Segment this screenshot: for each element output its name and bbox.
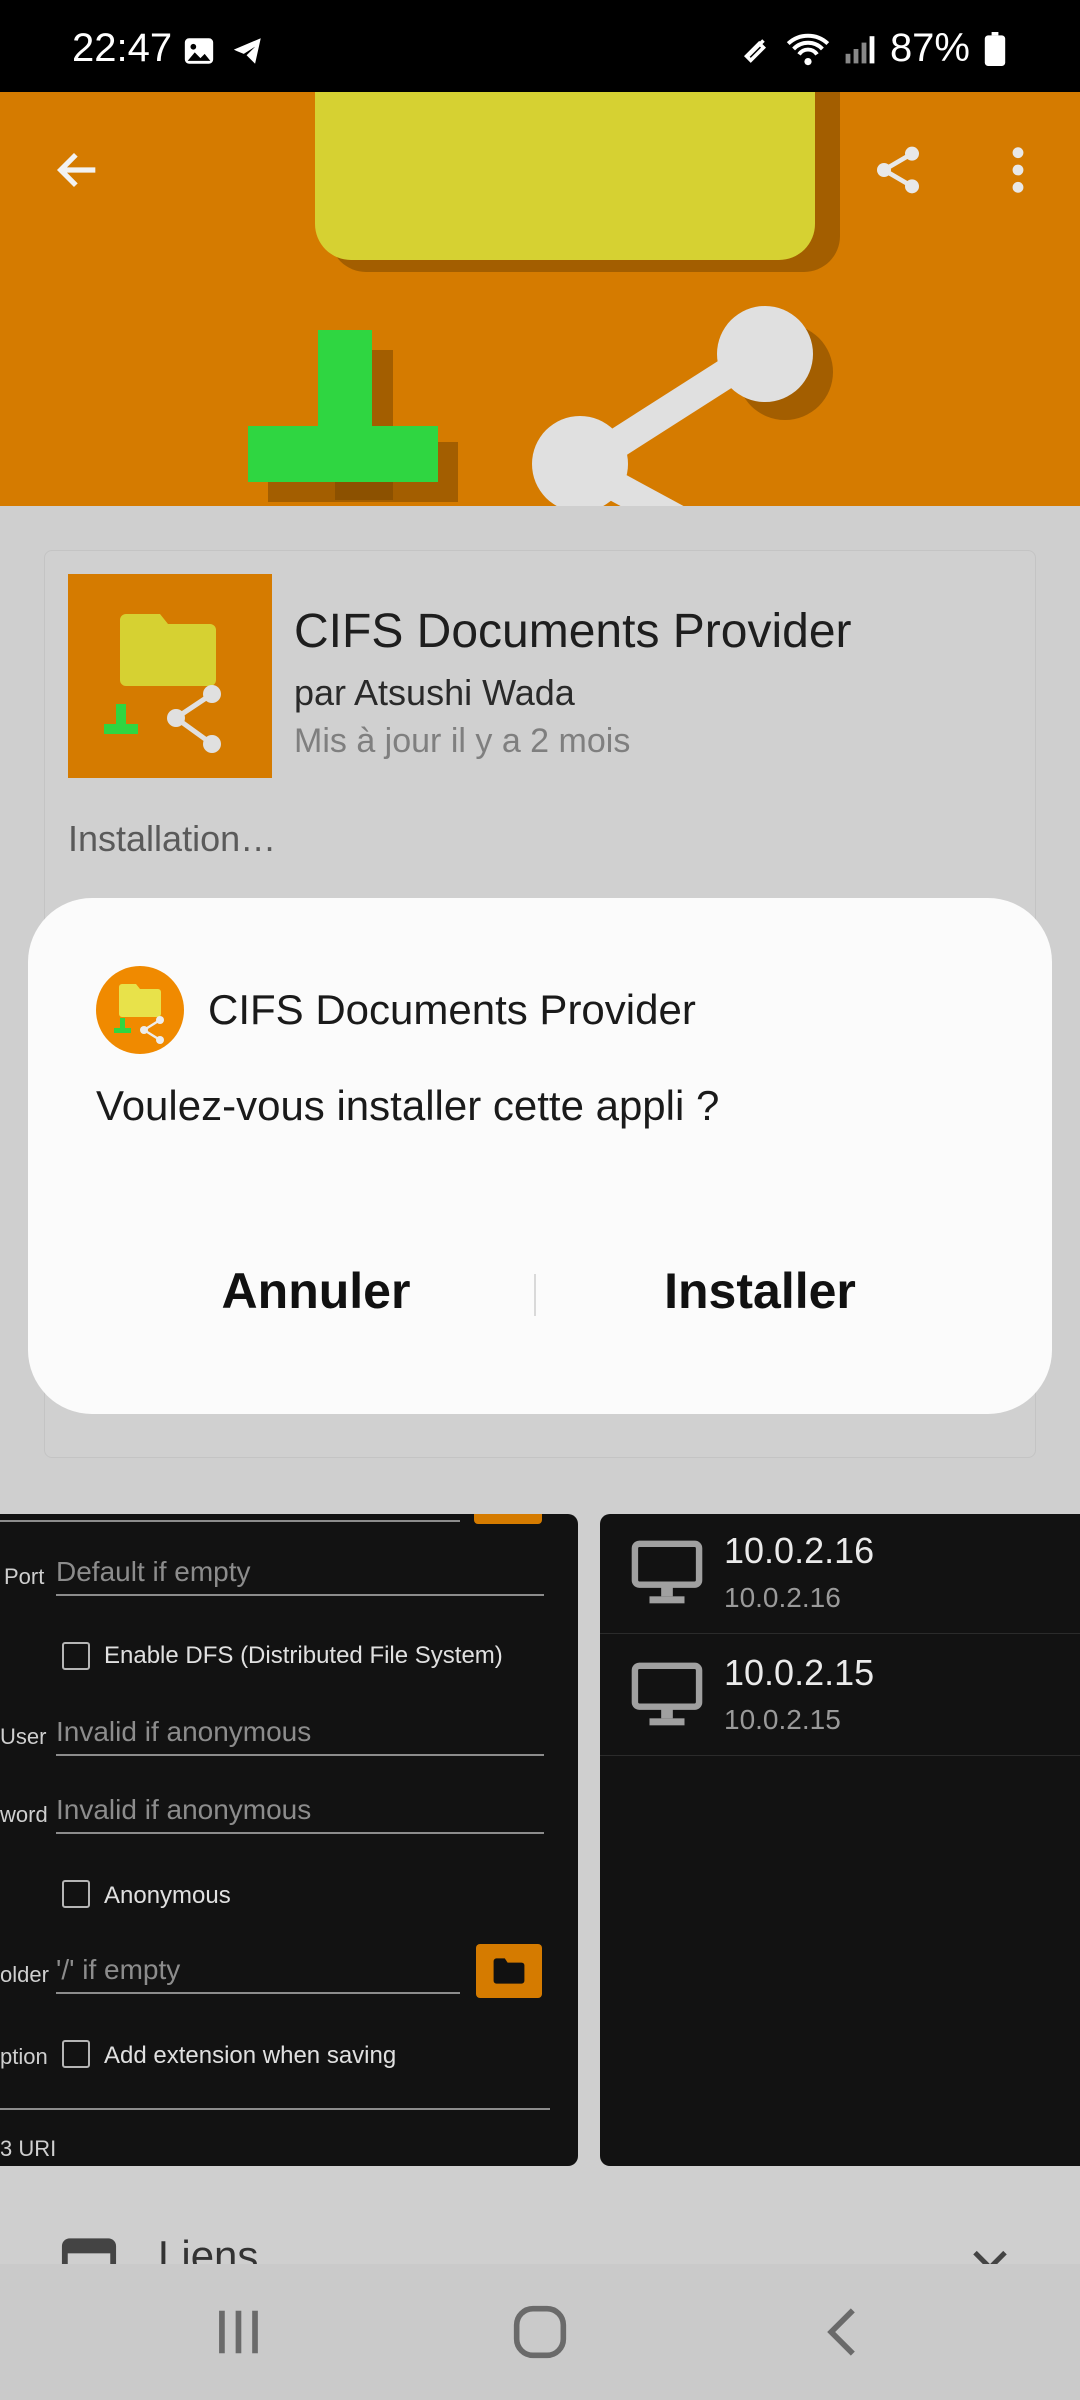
computer-icon (631, 1662, 703, 1726)
folder-field: '/' if empty (56, 1954, 460, 1994)
dfs-checkbox (62, 1642, 90, 1670)
battery-icon (984, 31, 1006, 66)
uri-label: 3 URI (0, 2136, 57, 2161)
anonymous-checkbox (62, 1880, 90, 1908)
status-bar: 22:47 87% (0, 0, 1080, 92)
share-icon (877, 146, 919, 194)
host-subtitle: 10.0.2.16 (724, 1582, 841, 1613)
port-field: Default if empty (56, 1556, 544, 1596)
dialog-message: Voulez-vous installer cette appli ? (96, 1082, 720, 1129)
signal-icon (845, 35, 875, 63)
screenshot-host-list[interactable]: 10.0.2.16 10.0.2.16 10.0.2.15 10.0.2.15 (600, 1514, 1080, 2166)
folder-icon (493, 1958, 525, 1984)
dialog-button-divider (534, 1274, 536, 1316)
chevron-down-icon (973, 2250, 1007, 2264)
gallery-icon (184, 38, 214, 64)
install-button[interactable]: Installer (550, 1262, 970, 1320)
password-field: Invalid if anonymous (56, 1794, 544, 1834)
dfs-label: Enable DFS (Distributed File System) (104, 1642, 503, 1669)
host-title: 10.0.2.15 (724, 1652, 875, 1693)
user-label: User (0, 1724, 47, 1749)
arrow-back-icon (56, 152, 96, 188)
app-updated-text: Mis à jour il y a 2 mois (294, 722, 631, 760)
share-button[interactable] (858, 130, 938, 210)
wifi-icon (786, 33, 830, 65)
home-button[interactable] (500, 2300, 580, 2364)
no-sound-icon (743, 38, 766, 63)
links-icon (61, 2238, 117, 2264)
app-header-banner (0, 92, 1080, 506)
option-label: ption (0, 2044, 48, 2069)
app-author[interactable]: par Atsushi Wada (294, 672, 575, 714)
recents-button[interactable] (198, 2300, 278, 2364)
host-row: 10.0.2.15 10.0.2.15 (600, 1636, 1080, 1756)
folder-button (476, 1944, 542, 1998)
screenshot-settings[interactable]: Port Default if empty Enable DFS (Distri… (0, 1514, 578, 2166)
dialog-app-name: CIFS Documents Provider (208, 986, 696, 1033)
app-icon (68, 574, 272, 778)
more-options-icon (1012, 147, 1024, 193)
computer-icon (631, 1540, 703, 1604)
anonymous-label: Anonymous (104, 1882, 231, 1909)
battery-percent: 87% (889, 26, 970, 70)
back-button[interactable] (38, 130, 118, 210)
cancel-button[interactable]: Annuler (106, 1262, 526, 1320)
recents-icon (219, 2310, 258, 2354)
user-field: Invalid if anonymous (56, 1716, 544, 1756)
host-title: 10.0.2.16 (724, 1530, 875, 1571)
extension-label: Add extension when saving (104, 2042, 397, 2069)
password-label: word (0, 1802, 48, 1827)
host-row: 10.0.2.16 10.0.2.16 (600, 1514, 1080, 1634)
port-label: Port (4, 1564, 45, 1589)
host-subtitle: 10.0.2.15 (724, 1704, 841, 1735)
links-label: Liens (158, 2232, 259, 2264)
home-icon (513, 2305, 567, 2359)
install-status: Installation… (68, 818, 277, 859)
app-title: CIFS Documents Provider (294, 605, 852, 658)
links-section[interactable]: Liens (0, 2224, 1080, 2264)
extension-checkbox (62, 2040, 90, 2068)
back-icon (827, 2308, 855, 2356)
dialog-app-icon (96, 966, 184, 1054)
status-time: 22:47 (72, 26, 173, 70)
telegram-icon (233, 38, 261, 64)
folder-label: older (0, 1962, 49, 1987)
back-nav-button[interactable] (802, 2300, 882, 2364)
navigation-bar (0, 2264, 1080, 2400)
more-options-button[interactable] (978, 130, 1058, 210)
install-dialog (28, 898, 1052, 1414)
